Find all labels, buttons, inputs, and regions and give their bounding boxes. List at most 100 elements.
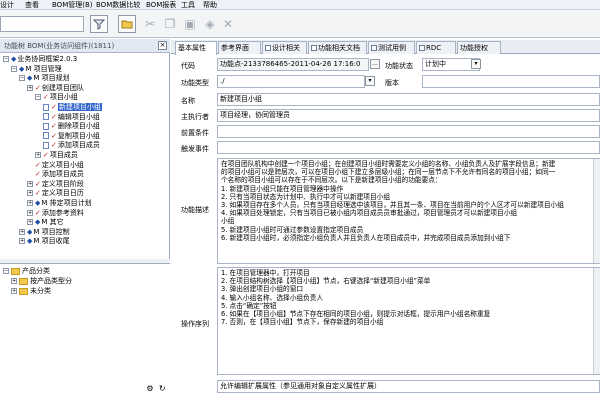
tree-node-label: 项目小组 [49,93,78,102]
executor-field[interactable]: 项目经理，协同管理员 [217,109,600,122]
tree-node[interactable]: + ◆M 排定项目计划 [27,199,92,208]
tree-node[interactable]: ✓定义项目小组 [35,161,84,170]
search-input[interactable] [0,16,84,32]
detail-tabbar: 基本属性 参考界面 设计相关 功能相关文档 测试用例 RDC 功能授权 [171,40,600,55]
tree-node[interactable]: ✓ 新建项目小组 [43,103,102,112]
steps-textarea[interactable]: 1. 在项目管理器中，打开项目 2. 在项目结构树选择【项目小组】节点，右键选择“… [217,267,600,375]
tree-node-label: M 项目收尾 [33,237,70,246]
tab-test-cases[interactable]: 测试用例 [368,41,415,54]
tab-basic-properties[interactable]: 基本属性 [175,41,217,55]
tree-node[interactable]: − ◆M 项目规划 [19,74,70,83]
tree-node[interactable]: + ◆M 项目控制 [19,228,70,237]
tree-node[interactable]: + ✓创建项目团队 [27,84,84,93]
version-field[interactable] [422,75,600,88]
properties-form: 代码 功能点-2133786465-2011-04-26 17:16:0 … 功… [171,55,600,400]
collapse-icon[interactable]: − [3,268,9,274]
expand-icon[interactable]: + [27,209,33,216]
category-node[interactable]: + 未分类 [11,287,51,296]
trigger-label: 触发事件 [181,145,209,153]
tab-reference-ui[interactable]: 参考界面 [218,41,261,54]
remark-field[interactable]: 允许编辑扩展属性（参见通用对象自定义属性扩展） [217,380,600,393]
tree-refresh-icon[interactable]: ↻ [157,384,167,394]
category-node[interactable]: + 按产品类型分 [11,277,72,286]
expand-icon[interactable]: + [19,238,25,245]
type-field[interactable]: ./ [217,75,365,88]
tree-node[interactable]: − ◆业务协同框架2.0.3 [3,55,77,64]
delete-icon[interactable]: ✕ [221,17,235,31]
menu-help[interactable]: 帮助 [203,0,217,10]
menu-bom-report[interactable]: BOM报表 [146,0,176,10]
open-button[interactable] [118,15,136,33]
expand-icon[interactable]: + [11,288,17,294]
close-icon[interactable]: × [158,41,167,50]
check-icon: ✓ [35,83,41,92]
filter-button[interactable] [90,15,108,33]
tree-node[interactable]: + ✓添加参考资料 [27,209,84,218]
tree-node[interactable]: + ◆M 其它 [27,218,64,227]
tree-node[interactable]: − ✓项目小组 [35,93,78,102]
tree-node[interactable]: + ✓定义项目日历 [27,189,84,198]
check-icon: ✓ [35,170,41,179]
tab-doc-icon [265,45,271,51]
expand-icon[interactable]: + [19,228,25,235]
tab-function-auth[interactable]: 功能授权 [457,41,501,54]
expand-icon[interactable]: + [27,200,33,206]
expand-icon[interactable]: + [27,84,33,91]
expand-icon[interactable]: + [27,190,33,197]
move-icon[interactable]: ◈ [203,17,217,31]
code-field[interactable]: 功能点-2133786465-2011-04-26 17:16:0 [217,58,369,71]
expand-icon[interactable]: + [35,152,41,158]
type-dropdown-icon[interactable]: ▾ [365,76,375,86]
menu-bom-manage[interactable]: BOM管理(B) [52,0,93,10]
steps-scrollbar[interactable] [593,268,600,374]
tab-function-docs[interactable]: 功能相关文档 [308,41,367,54]
paste-icon[interactable]: ▣ [183,17,197,31]
tree-node[interactable]: − ◆M 项目管理 [11,65,62,74]
menu-tools[interactable]: 工具 [181,0,195,10]
expand-icon[interactable]: + [27,180,33,187]
tree-node[interactable]: ✓删除项目小组 [43,122,100,131]
filter-icon [93,19,105,30]
folder-open-icon [121,20,133,29]
document-icon [43,103,49,111]
menu-bom-compare[interactable]: BOM数据比较 [96,0,140,10]
document-icon [43,132,49,140]
tree-filter-icon[interactable]: ⚙ [145,384,155,394]
menu-design[interactable]: 设计 [0,0,14,10]
code-more-button[interactable]: … [370,59,380,69]
check-icon: ✓ [51,131,57,140]
tree-node[interactable]: + ◆M 项目收尾 [19,237,70,246]
module-icon: ◆ [19,64,25,73]
step-line: 1. 在项目管理器中，打开项目 [221,269,310,277]
tree-node[interactable]: ✓编辑项目小组 [43,113,100,122]
collapse-icon[interactable]: − [3,56,9,62]
collapse-icon[interactable]: − [19,75,25,82]
tree-node[interactable]: ✓添加项目成员 [43,141,100,150]
tree-node[interactable]: + ✓项目成员 [35,151,78,160]
precondition-field[interactable] [217,125,600,138]
tree-node-label: 添加项目成员 [41,170,84,179]
tab-design-related[interactable]: 设计相关 [262,41,307,54]
category-node[interactable]: − 产品分类 [3,267,50,276]
category-node-label: 产品分类 [22,267,50,275]
expand-icon[interactable]: + [11,278,17,284]
trigger-field[interactable] [217,141,600,154]
tree-node[interactable]: + ✓定义项目阶段 [27,180,84,189]
tab-rdc[interactable]: RDC [416,41,456,54]
tree-node[interactable]: ✓复制项目小组 [43,132,100,141]
copy-icon[interactable]: ❐ [163,17,177,31]
tree-node-label: 创建项目团队 [41,83,84,92]
tree-node-label: M 项目管理 [25,64,62,73]
description-scrollbar[interactable] [593,159,600,263]
description-textarea[interactable]: 在项目团队机构中创建一个项目小组；在创建项目小组时需要定义小组的名称、小组负责人… [217,158,600,264]
tree-node[interactable]: ✓添加项目成员 [35,170,84,179]
cut-icon[interactable]: ✂ [143,17,157,31]
collapse-icon[interactable]: − [11,65,17,72]
toolbar: ✂ ❐ ▣ ◈ ✕ [0,10,600,38]
menu-view[interactable]: 查看 [25,0,39,10]
collapse-icon[interactable]: − [35,94,41,101]
name-field[interactable]: 新建项目小组 [217,93,600,106]
status-dropdown-icon[interactable]: ▾ [471,59,481,69]
module-icon: ◆ [35,199,41,207]
expand-icon[interactable]: + [27,219,33,226]
